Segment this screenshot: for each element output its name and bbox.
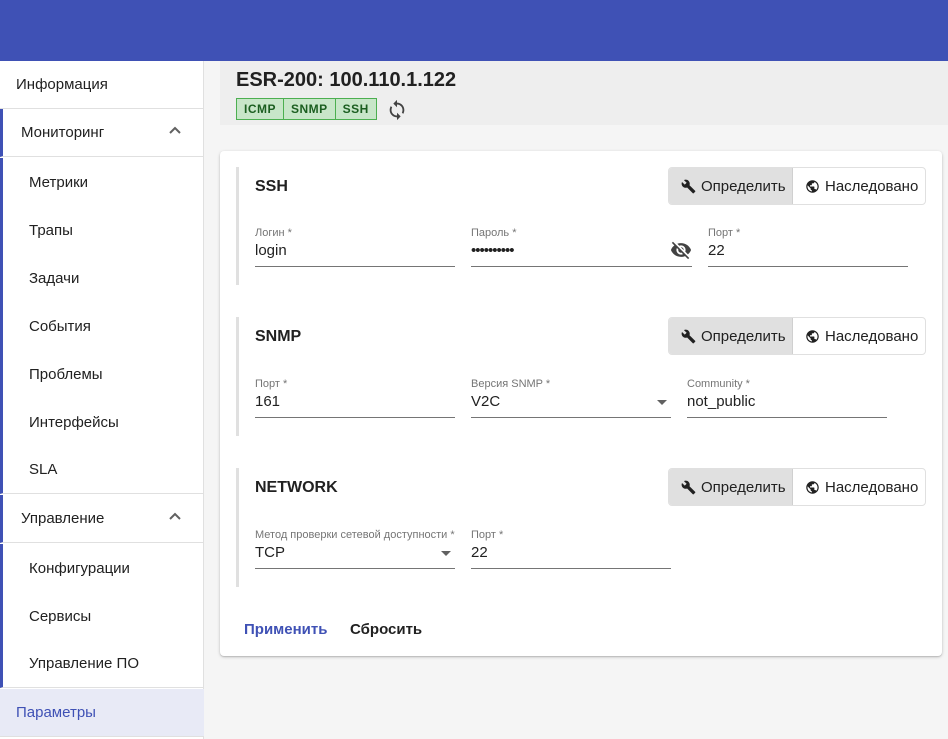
- inherit-label: Наследовано: [825, 478, 919, 496]
- define-label: Определить: [701, 478, 786, 496]
- reset-button[interactable]: Сбросить: [350, 621, 422, 638]
- wrench-icon: [681, 480, 696, 494]
- section-title: SNMP: [255, 328, 302, 345]
- sidebar-item-software[interactable]: Управление ПО: [0, 640, 204, 688]
- snmp-mode-toggle: Определить Наследовано: [668, 317, 926, 355]
- inherit-button[interactable]: Наследовано: [793, 168, 925, 204]
- wrench-icon: [681, 329, 696, 343]
- field-label: Логин *: [255, 227, 292, 239]
- field-label: Версия SNMP *: [471, 378, 551, 390]
- sidebar-item-problems[interactable]: Проблемы: [0, 350, 204, 398]
- dropdown-arrow-icon: [657, 400, 667, 405]
- define-button[interactable]: Определить: [669, 469, 793, 505]
- sidebar-group-management[interactable]: Управление: [0, 495, 204, 543]
- sidebar-item-label: Проблемы: [29, 365, 103, 383]
- field-value: not_public: [687, 393, 756, 410]
- network-section: NETWORK Определить Наследовано Метод про…: [236, 468, 926, 587]
- field-label: Community *: [687, 378, 750, 390]
- define-button[interactable]: Определить: [669, 318, 793, 354]
- sidebar-item-label: Информация: [16, 76, 108, 93]
- sidebar-item-sla[interactable]: SLA: [0, 446, 204, 494]
- wrench-icon: [681, 179, 696, 193]
- snmp-community-field[interactable]: Community * not_public: [687, 378, 887, 418]
- sidebar-item-services[interactable]: Сервисы: [0, 592, 204, 640]
- ssh-port-field[interactable]: Порт * 22: [708, 227, 908, 267]
- sidebar-item-label: Метрики: [29, 173, 89, 191]
- sidebar-item-label: Конфигурации: [29, 559, 130, 577]
- chevron-up-icon: [169, 512, 181, 520]
- sidebar-item-label: Сервисы: [29, 607, 92, 625]
- sidebar-item-traps[interactable]: Трапы: [0, 206, 204, 254]
- field-value: ••••••••••: [471, 242, 515, 259]
- field-value: 22: [471, 544, 488, 561]
- network-method-select[interactable]: Метод проверки сетевой доступности * TCP: [255, 529, 455, 569]
- inherit-label: Наследовано: [825, 327, 919, 345]
- snmp-port-field[interactable]: Порт * 161: [255, 378, 455, 418]
- status-badge-icmp: ICMP: [236, 98, 284, 120]
- snmp-section: SNMP Определить Наследовано Порт * 161 В…: [236, 317, 926, 436]
- field-label: Порт *: [471, 529, 504, 541]
- inherit-button[interactable]: Наследовано: [793, 318, 925, 354]
- sidebar-item-label: SLA: [29, 461, 58, 478]
- sidebar-item-label: Интерфейсы: [29, 413, 119, 431]
- apply-button[interactable]: Применить: [244, 621, 327, 638]
- field-value: login: [255, 242, 287, 259]
- status-badge-ssh: SSH: [335, 98, 377, 120]
- globe-icon: [806, 329, 819, 343]
- status-badge-snmp: SNMP: [284, 98, 336, 120]
- sidebar-item-tasks[interactable]: Задачи: [0, 254, 204, 302]
- field-value: TCP: [255, 544, 285, 561]
- section-title: NETWORK: [255, 479, 338, 496]
- ssh-password-field[interactable]: Пароль * ••••••••••: [471, 227, 692, 267]
- sidebar-item-info[interactable]: Информация: [0, 61, 204, 109]
- sidebar-group-monitoring[interactable]: Мониторинг: [0, 109, 204, 157]
- ssh-section: SSH Определить Наследовано Логин * login…: [236, 167, 926, 285]
- top-app-bar: [0, 0, 948, 61]
- sidebar: Информация Мониторинг Метрики Трапы Зада…: [0, 61, 204, 739]
- field-value: V2C: [471, 393, 501, 410]
- section-title: SSH: [255, 178, 288, 195]
- page-title: ESR-200: 100.110.1.122: [236, 69, 457, 91]
- define-label: Определить: [701, 327, 786, 345]
- field-label: Пароль *: [471, 227, 517, 239]
- sidebar-item-interfaces[interactable]: Интерфейсы: [0, 398, 204, 446]
- field-label: Порт *: [255, 378, 288, 390]
- protocol-badges: ICMP SNMP SSH: [236, 98, 377, 120]
- sidebar-item-label: Управление ПО: [29, 655, 140, 672]
- sidebar-group-label: Мониторинг: [21, 124, 105, 141]
- inherit-button[interactable]: Наследовано: [793, 469, 925, 505]
- ssh-mode-toggle: Определить Наследовано: [668, 167, 926, 205]
- ssh-login-field[interactable]: Логин * login: [255, 227, 455, 267]
- chevron-up-icon: [169, 126, 181, 134]
- network-port-field[interactable]: Порт * 22: [471, 529, 671, 569]
- sidebar-item-label: Параметры: [16, 704, 96, 721]
- sidebar-item-events[interactable]: События: [0, 302, 204, 350]
- field-label: Метод проверки сетевой доступности *: [255, 529, 455, 541]
- refresh-icon[interactable]: [386, 99, 408, 121]
- sidebar-item-label: События: [29, 317, 91, 335]
- sidebar-group-label: Управление: [21, 510, 105, 527]
- sidebar-item-metrics[interactable]: Метрики: [0, 158, 204, 206]
- globe-icon: [806, 179, 819, 193]
- eye-off-icon[interactable]: [670, 239, 692, 261]
- sidebar-item-label: Трапы: [29, 221, 73, 239]
- inherit-label: Наследовано: [825, 177, 919, 195]
- define-label: Определить: [701, 177, 786, 195]
- network-mode-toggle: Определить Наследовано: [668, 468, 926, 506]
- dropdown-arrow-icon: [441, 551, 451, 556]
- define-button[interactable]: Определить: [669, 168, 793, 204]
- field-value: 22: [708, 242, 725, 259]
- sidebar-item-params[interactable]: Параметры: [0, 689, 204, 737]
- sidebar-item-label: Задачи: [29, 269, 80, 287]
- settings-card: SSH Определить Наследовано Логин * login…: [220, 151, 942, 656]
- sidebar-item-configurations[interactable]: Конфигурации: [0, 544, 204, 592]
- field-value: 161: [255, 393, 281, 410]
- snmp-version-select[interactable]: Версия SNMP * V2C: [471, 378, 671, 418]
- globe-icon: [806, 480, 819, 494]
- field-label: Порт *: [708, 227, 741, 239]
